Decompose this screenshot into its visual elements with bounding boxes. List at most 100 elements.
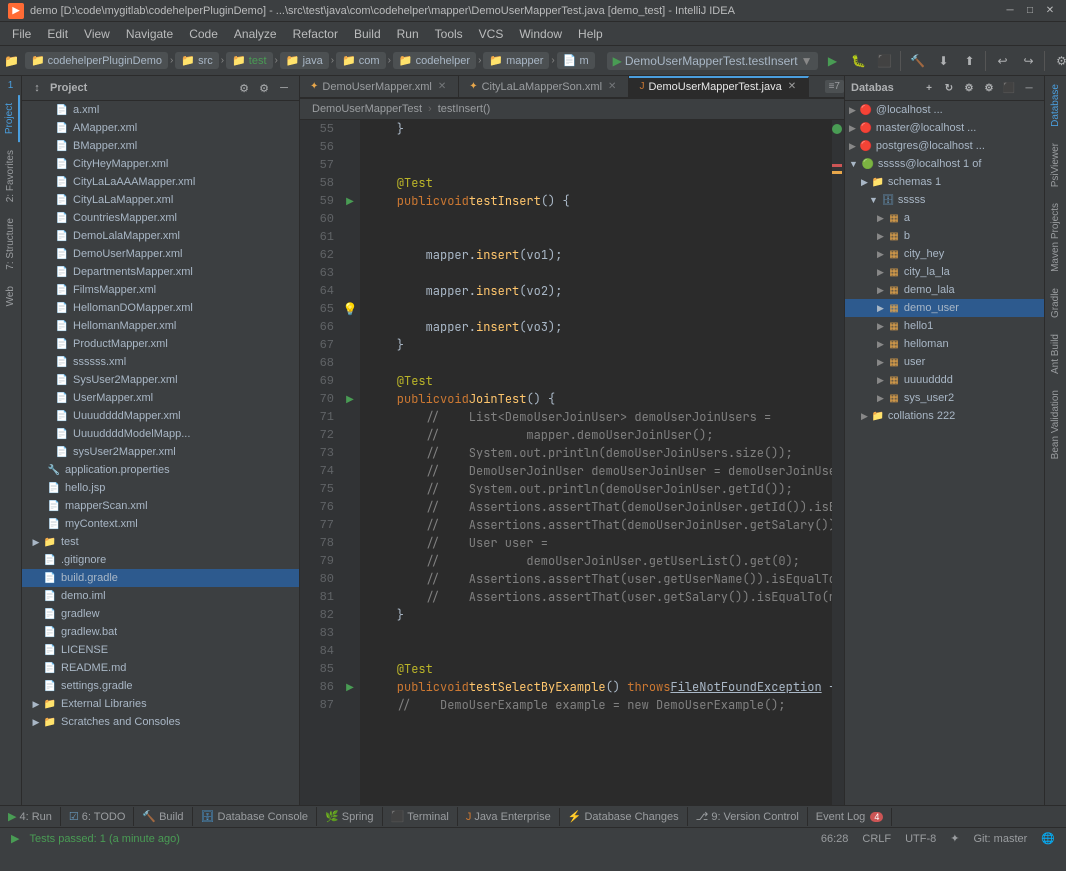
- breadcrumb-m[interactable]: 📄m: [557, 52, 595, 69]
- tabs-count[interactable]: ≡7: [825, 80, 844, 93]
- menu-file[interactable]: File: [4, 25, 39, 43]
- db-table-demo-user[interactable]: ▶ ▦ demo_user: [845, 299, 1044, 317]
- db-sssss-schema[interactable]: ▼ 🗄 sssss: [845, 191, 1044, 209]
- tree-item-gradlew[interactable]: 📄 gradlew: [22, 605, 299, 623]
- tree-item-departments[interactable]: 📄 DepartmentsMapper.xml: [22, 263, 299, 281]
- left-tab-structure[interactable]: 7: Structure: [2, 210, 19, 278]
- tree-item-demo-iml[interactable]: 📄 demo.iml: [22, 587, 299, 605]
- debug-button[interactable]: 🐛: [846, 49, 870, 73]
- db-table-uuuudddd[interactable]: ▶ ▦ uuuudddd: [845, 371, 1044, 389]
- menu-tools[interactable]: Tools: [427, 25, 471, 43]
- breadcrumb-codehelperplugin[interactable]: 📁codehelperPluginDemo: [25, 52, 168, 69]
- status-indent[interactable]: ✦: [947, 831, 962, 846]
- right-tab-psiviewer[interactable]: PsiViewer: [1047, 135, 1064, 195]
- bottom-tab-build[interactable]: 🔨 Build: [134, 807, 192, 826]
- db-settings-btn[interactable]: ⚙: [960, 79, 978, 97]
- tab-close-xml2[interactable]: ✕: [606, 80, 618, 93]
- stop-button[interactable]: ⬛: [872, 49, 896, 73]
- db-table-city-la-la[interactable]: ▶ ▦ city_la_la: [845, 263, 1044, 281]
- close-button[interactable]: ✕: [1042, 3, 1058, 19]
- menu-analyze[interactable]: Analyze: [226, 25, 285, 43]
- tree-item-citylalamap[interactable]: 📄 CityLaLaMapper.xml: [22, 191, 299, 209]
- db-collations[interactable]: ▶ 📁 collations 222: [845, 407, 1044, 425]
- restore-button[interactable]: □: [1022, 3, 1038, 19]
- breadcrumb-method[interactable]: testInsert(): [434, 102, 495, 116]
- status-encoding[interactable]: UTF-8: [902, 832, 939, 846]
- right-tab-gradle[interactable]: Gradle: [1047, 280, 1064, 326]
- tree-item-mapperscan[interactable]: 📄 mapperScan.xml: [22, 497, 299, 515]
- undo-button[interactable]: ↩: [990, 49, 1014, 73]
- tab-citylalamapperson-xml[interactable]: ✦ CityLaLaMapperSon.xml ✕: [459, 76, 629, 97]
- db-sssss-localhost[interactable]: ▼ 🟢 sssss@localhost 1 of: [845, 155, 1044, 173]
- left-tab-1[interactable]: 1: [6, 76, 16, 95]
- menu-help[interactable]: Help: [570, 25, 611, 43]
- menu-build[interactable]: Build: [346, 25, 389, 43]
- status-position[interactable]: 66:28: [818, 832, 852, 846]
- db-postgres-localhost[interactable]: ▶ 🔴 postgres@localhost ...: [845, 137, 1044, 155]
- tree-item-cityheymapper[interactable]: 📄 CityHeyMapper.xml: [22, 155, 299, 173]
- redo-button[interactable]: ↪: [1016, 49, 1040, 73]
- tree-item-countries[interactable]: 📄 CountriesMapper.xml: [22, 209, 299, 227]
- breadcrumb-file[interactable]: DemoUserMapperTest: [308, 102, 426, 116]
- tab-close-java[interactable]: ✕: [786, 80, 798, 93]
- left-tab-web[interactable]: Web: [2, 278, 19, 314]
- db-table-demo-lala[interactable]: ▶ ▦ demo_lala: [845, 281, 1044, 299]
- panel-gear-btn[interactable]: ⚙: [255, 79, 273, 97]
- tree-item-mycontext[interactable]: 📄 myContext.xml: [22, 515, 299, 533]
- menu-edit[interactable]: Edit: [39, 25, 76, 43]
- tree-item-amapper-xml[interactable]: 📄 AMapper.xml: [22, 119, 299, 137]
- run-button[interactable]: ▶: [820, 49, 844, 73]
- code-area[interactable]: } @Test public void testInsert() { mappe…: [360, 120, 832, 805]
- breadcrumb-mapper[interactable]: 📁mapper: [483, 52, 549, 69]
- db-table-helloman[interactable]: ▶ ▦ helloman: [845, 335, 1044, 353]
- tree-item-uuuudddd[interactable]: 📄 UuuuddddMapper.xml: [22, 407, 299, 425]
- status-git[interactable]: Git: master: [971, 832, 1031, 846]
- scroll-mark-warn[interactable]: [832, 171, 842, 174]
- breadcrumb-src[interactable]: 📁src: [175, 52, 218, 69]
- panel-hide-btn[interactable]: ─: [275, 79, 293, 97]
- tree-item-films[interactable]: 📄 FilmsMapper.xml: [22, 281, 299, 299]
- db-add-btn[interactable]: +: [920, 79, 938, 97]
- right-tab-maven[interactable]: Maven Projects: [1047, 195, 1064, 280]
- left-tab-favorites[interactable]: 2: Favorites: [2, 142, 19, 210]
- bottom-tab-run[interactable]: ▶ 4: Run: [0, 807, 61, 826]
- menu-code[interactable]: Code: [181, 25, 226, 43]
- db-master-localhost[interactable]: ▶ 🔴 master@localhost ...: [845, 119, 1044, 137]
- bottom-tab-todo[interactable]: ☑ 6: TODO: [61, 807, 134, 826]
- db-table-user[interactable]: ▶ ▦ user: [845, 353, 1044, 371]
- status-network[interactable]: 🌐: [1038, 831, 1058, 846]
- tree-item-usermapper[interactable]: 📄 UserMapper.xml: [22, 389, 299, 407]
- tree-item-license[interactable]: 📄 LICENSE: [22, 641, 299, 659]
- tree-item-build-gradle[interactable]: 📄 build.gradle: [22, 569, 299, 587]
- db-table-a[interactable]: ▶ ▦ a: [845, 209, 1044, 227]
- bottom-tab-javaenterprise[interactable]: J Java Enterprise: [458, 808, 560, 826]
- tree-item-demouser[interactable]: 📄 DemoUserMapper.xml: [22, 245, 299, 263]
- right-tab-bean[interactable]: Bean Validation: [1047, 382, 1064, 467]
- tree-item-app-properties[interactable]: 🔧 application.properties: [22, 461, 299, 479]
- minimize-button[interactable]: ─: [1002, 3, 1018, 19]
- tree-item-ssssss[interactable]: 📄 ssssss.xml: [22, 353, 299, 371]
- db-localhost-1[interactable]: ▶ 🔴 @localhost ...: [845, 101, 1044, 119]
- tree-item-uuuuddddmodel[interactable]: 📄 UuuuddddModelMapp...: [22, 425, 299, 443]
- bottom-tab-eventlog[interactable]: Event Log 4: [808, 808, 893, 826]
- tree-item-helloman[interactable]: 📄 HellomanMapper.xml: [22, 317, 299, 335]
- tree-item-demolala[interactable]: 📄 DemoLalaMapper.xml: [22, 227, 299, 245]
- build-button[interactable]: 🔨: [905, 49, 929, 73]
- tree-item-scratches[interactable]: ▶ 📁 Scratches and Consoles: [22, 713, 299, 731]
- bottom-tab-dbchanges[interactable]: ⚡ Database Changes: [560, 807, 688, 826]
- db-table-b[interactable]: ▶ ▦ b: [845, 227, 1044, 245]
- panel-expand-btn[interactable]: ↕: [28, 79, 46, 97]
- bottom-tab-dbconsole[interactable]: 🗄 Database Console: [193, 807, 317, 826]
- gutter-run-70[interactable]: ▶: [340, 390, 360, 408]
- git-update-button[interactable]: ⬇: [931, 49, 955, 73]
- breadcrumb-test[interactable]: 📁test: [226, 52, 272, 69]
- tree-item-sysuser2-lower[interactable]: 📄 sysUser2Mapper.xml: [22, 443, 299, 461]
- breadcrumb-com[interactable]: 📁com: [336, 52, 385, 69]
- tree-item-gradlew-bat[interactable]: 📄 gradlew.bat: [22, 623, 299, 641]
- right-tab-antbuild[interactable]: Ant Build: [1047, 326, 1064, 382]
- menu-refactor[interactable]: Refactor: [285, 25, 346, 43]
- tree-item-hellojsp[interactable]: 📄 hello.jsp: [22, 479, 299, 497]
- menu-vcs[interactable]: VCS: [471, 25, 512, 43]
- menu-view[interactable]: View: [76, 25, 118, 43]
- tree-item-hellomando[interactable]: 📄 HellomanDOMapper.xml: [22, 299, 299, 317]
